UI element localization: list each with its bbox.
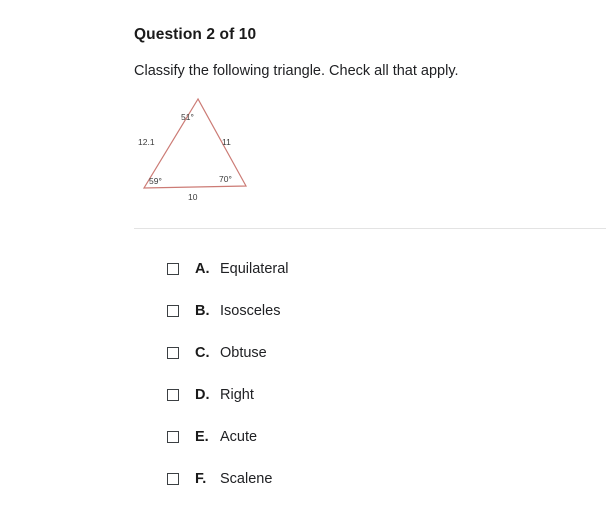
option-row-b[interactable]: B. Isosceles — [167, 290, 587, 332]
option-label-c: Obtuse — [220, 345, 267, 361]
option-letter-b: B. — [195, 303, 210, 319]
checkbox-option-f[interactable] — [167, 473, 179, 485]
option-label-b: Isosceles — [220, 303, 281, 319]
triangle-figure: 51° 59° 70° 12.1 11 10 — [125, 88, 255, 210]
checkbox-option-c[interactable] — [167, 347, 179, 359]
checkbox-option-e[interactable] — [167, 431, 179, 443]
option-letter-f: F. — [195, 471, 207, 487]
option-letter-d: D. — [195, 387, 210, 403]
question-prompt: Classify the following triangle. Check a… — [134, 63, 459, 79]
option-row-e[interactable]: E. Acute — [167, 416, 587, 458]
option-label-e: Acute — [220, 429, 258, 445]
option-letter-e: E. — [195, 429, 209, 445]
section-divider — [134, 228, 606, 229]
option-row-d[interactable]: D. Right — [167, 374, 587, 416]
question-page: Question 2 of 10 Classify the following … — [0, 0, 606, 508]
angle-label-bottom-left: 59° — [149, 176, 162, 186]
option-row-a[interactable]: A. Equilateral — [167, 248, 587, 290]
angle-label-apex: 51° — [181, 112, 194, 122]
option-label-f: Scalene — [220, 471, 273, 487]
checkbox-option-a[interactable] — [167, 263, 179, 275]
option-label-a: Equilateral — [220, 261, 289, 277]
checkbox-option-b[interactable] — [167, 305, 179, 317]
page-title: Question 2 of 10 — [134, 26, 257, 43]
option-row-f[interactable]: F. Scalene — [167, 458, 587, 500]
answer-options-list: A. Equilateral B. Isosceles C. Obtuse D.… — [167, 248, 587, 500]
option-letter-a: A. — [195, 261, 210, 277]
angle-label-bottom-right: 70° — [219, 174, 232, 184]
option-letter-c: C. — [195, 345, 210, 361]
side-label-base: 10 — [188, 192, 198, 202]
side-label-left: 12.1 — [138, 137, 155, 147]
option-label-d: Right — [220, 387, 254, 403]
checkbox-option-d[interactable] — [167, 389, 179, 401]
side-label-right: 11 — [222, 137, 231, 147]
option-row-c[interactable]: C. Obtuse — [167, 332, 587, 374]
